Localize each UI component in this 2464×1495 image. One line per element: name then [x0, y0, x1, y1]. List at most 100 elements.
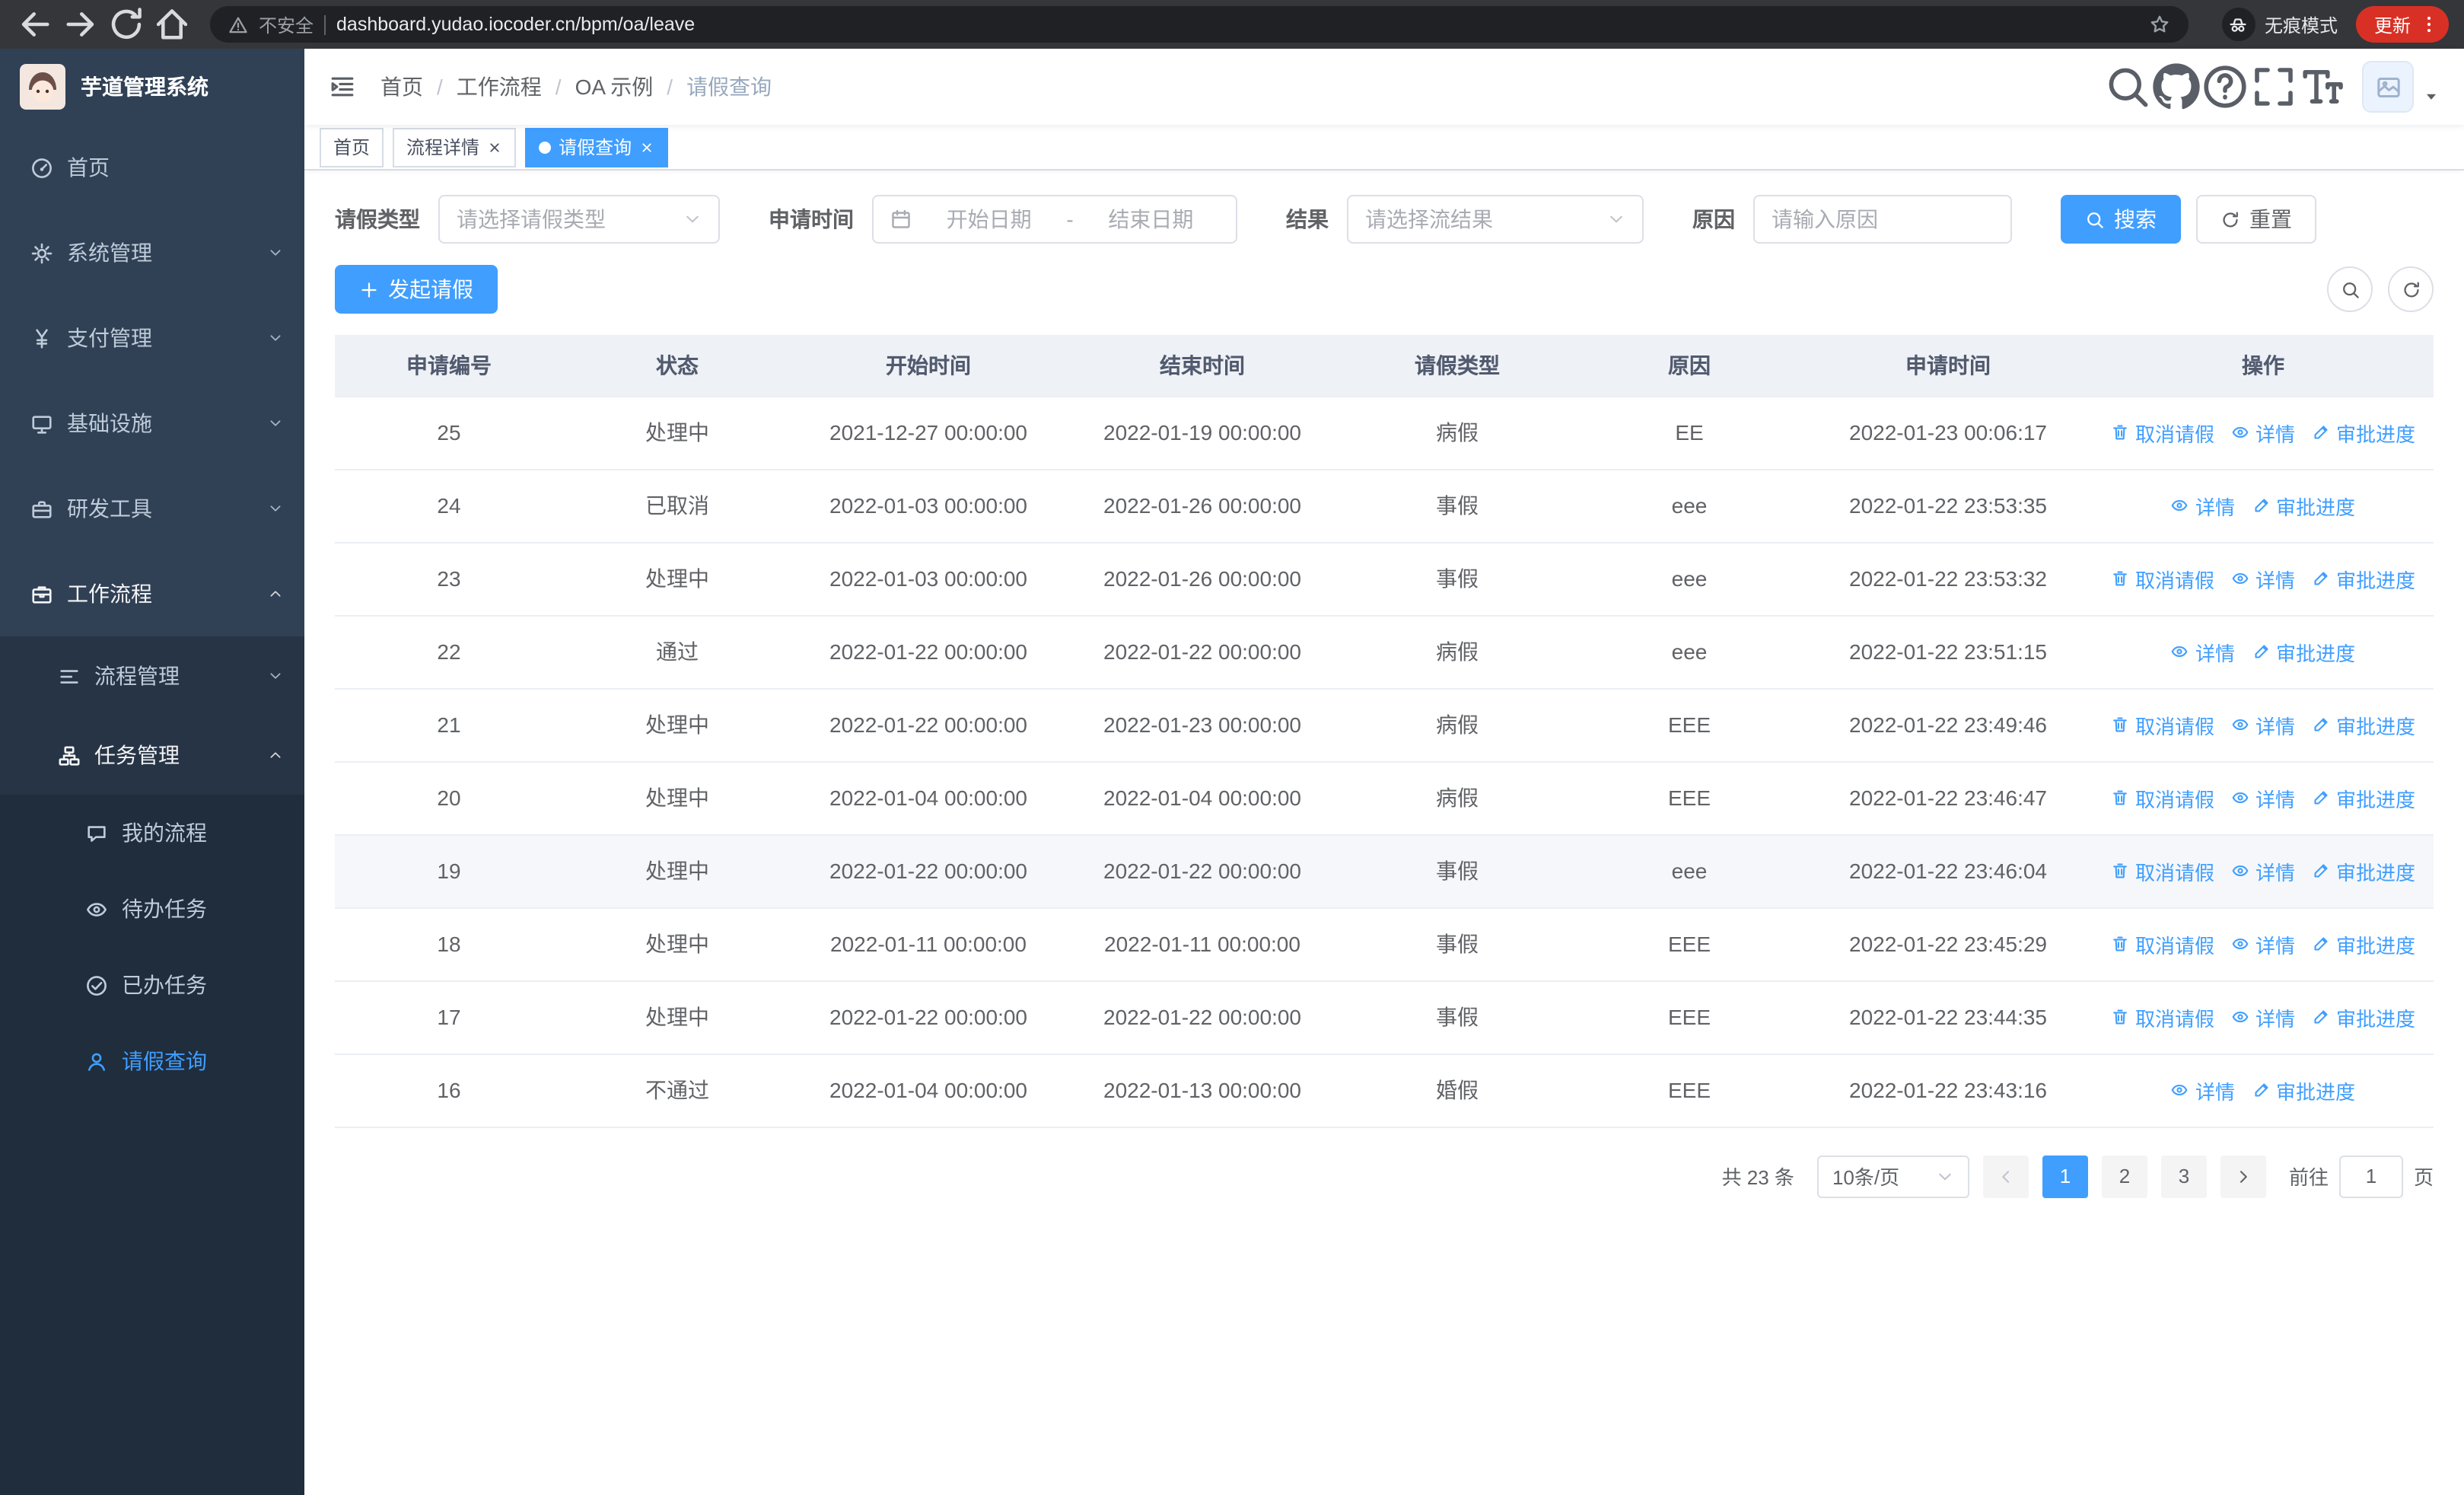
- forward-icon[interactable]: [61, 5, 100, 44]
- close-icon[interactable]: [639, 139, 654, 155]
- view-icon: [2231, 569, 2249, 588]
- cancel-action-link[interactable]: 取消请假: [2111, 564, 2214, 593]
- avatar-caret-icon[interactable]: [2423, 88, 2440, 105]
- cancel-action-link[interactable]: 取消请假: [2111, 783, 2214, 812]
- cell-end_time: 2022-01-04 00:00:00: [1065, 761, 1339, 835]
- sidebar-item-dev-tools[interactable]: 研发工具: [0, 466, 304, 551]
- progress-action-link[interactable]: 审批进度: [2312, 929, 2415, 958]
- search-icon: [2085, 209, 2105, 229]
- home-icon[interactable]: [152, 5, 192, 44]
- cancel-action-link[interactable]: 取消请假: [2111, 929, 2214, 958]
- progress-action-link[interactable]: 审批进度: [2252, 1076, 2355, 1105]
- apply-time-range-picker[interactable]: -: [872, 195, 1237, 244]
- sidebar-item-infrastructure[interactable]: 基础设施: [0, 381, 304, 466]
- detail-action-link[interactable]: 详情: [2231, 856, 2295, 885]
- fullscreen-icon[interactable]: [2249, 62, 2298, 111]
- prev-page-button[interactable]: [1982, 1155, 2029, 1197]
- detail-action-link[interactable]: 详情: [2231, 564, 2295, 593]
- warning-icon[interactable]: [228, 14, 248, 34]
- detail-action-link[interactable]: 详情: [2171, 1076, 2235, 1105]
- reason-input[interactable]: [1772, 207, 1994, 231]
- detail-action-link[interactable]: 详情: [2231, 1003, 2295, 1031]
- progress-action-link[interactable]: 审批进度: [2312, 856, 2415, 885]
- detail-action-link[interactable]: 详情: [2231, 418, 2295, 447]
- cancel-action-link[interactable]: 取消请假: [2111, 418, 2214, 447]
- detail-action-link[interactable]: 详情: [2231, 929, 2295, 958]
- page-size-select[interactable]: 10条/页: [1816, 1155, 1969, 1197]
- security-label[interactable]: 不安全: [259, 11, 314, 37]
- detail-action-link[interactable]: 详情: [2231, 710, 2295, 739]
- bookmark-star-icon[interactable]: [2149, 14, 2170, 35]
- tab-home[interactable]: 首页: [320, 127, 384, 167]
- progress-action-link[interactable]: 审批进度: [2312, 418, 2415, 447]
- create-leave-button[interactable]: 发起请假: [335, 265, 498, 314]
- progress-action-link[interactable]: 审批进度: [2252, 491, 2355, 520]
- progress-action-link[interactable]: 审批进度: [2312, 783, 2415, 812]
- end-date-input[interactable]: [1082, 207, 1220, 231]
- reset-button[interactable]: 重置: [2196, 195, 2316, 244]
- sidebar-item-my-process[interactable]: 我的流程: [0, 795, 304, 871]
- breadcrumb-item[interactable]: 首页: [380, 72, 423, 102]
- update-button[interactable]: 更新: [2355, 6, 2449, 43]
- back-icon[interactable]: [15, 5, 55, 44]
- cancel-action-link[interactable]: 取消请假: [2111, 710, 2214, 739]
- cell-reason: EE: [1575, 396, 1803, 470]
- url-text[interactable]: dashboard.yudao.iocoder.cn/bpm/oa/leave: [336, 14, 2138, 35]
- sidebar-collapse-icon[interactable]: [329, 73, 365, 100]
- page-button-1[interactable]: 1: [2042, 1155, 2088, 1197]
- sidebar-item-system[interactable]: 系统管理: [0, 210, 304, 295]
- tab-process-detail[interactable]: 流程详情: [393, 127, 517, 167]
- kebab-menu-icon[interactable]: [2418, 14, 2440, 35]
- detail-action-link[interactable]: 详情: [2171, 637, 2235, 666]
- breadcrumb-item[interactable]: OA 示例: [575, 72, 654, 102]
- github-icon[interactable]: [2152, 62, 2201, 111]
- next-page-button[interactable]: [2220, 1155, 2266, 1197]
- detail-action-link[interactable]: 详情: [2231, 783, 2295, 812]
- tab-leave-query[interactable]: 请假查询: [525, 127, 669, 167]
- close-icon[interactable]: [487, 139, 502, 155]
- sidebar-item-payment[interactable]: 支付管理: [0, 295, 304, 381]
- reload-icon[interactable]: [107, 5, 146, 44]
- result-select[interactable]: [1347, 195, 1644, 244]
- address-bar[interactable]: 不安全 dashboard.yudao.iocoder.cn/bpm/oa/le…: [210, 6, 2189, 43]
- page-button-2[interactable]: 2: [2101, 1155, 2147, 1197]
- page-button-3[interactable]: 3: [2160, 1155, 2207, 1197]
- delete-icon: [2111, 1008, 2129, 1026]
- detail-action-link[interactable]: 详情: [2171, 491, 2235, 520]
- progress-action-link[interactable]: 审批进度: [2312, 1003, 2415, 1031]
- edit-icon: [2252, 642, 2270, 661]
- row-actions: 取消请假 详情 审批进度: [2093, 783, 2434, 812]
- question-icon[interactable]: [2201, 62, 2249, 111]
- sidebar-item-todo-task[interactable]: 待办任务: [0, 871, 304, 947]
- font-size-icon[interactable]: [2298, 62, 2347, 111]
- user-avatar[interactable]: [2362, 61, 2414, 113]
- progress-action-link[interactable]: 审批进度: [2312, 564, 2415, 593]
- view-icon: [2231, 862, 2249, 880]
- sidebar-item-done-task[interactable]: 已办任务: [0, 947, 304, 1023]
- refresh-table-button[interactable]: [2388, 266, 2434, 312]
- result-select-input[interactable]: [1365, 207, 1598, 231]
- progress-action-link[interactable]: 审批进度: [2252, 637, 2355, 666]
- breadcrumb-item[interactable]: 工作流程: [457, 72, 542, 102]
- start-date-input[interactable]: [921, 207, 1058, 231]
- goto-page-input[interactable]: [2338, 1155, 2403, 1197]
- leave-type-select-input[interactable]: [457, 207, 674, 231]
- cancel-action-link[interactable]: 取消请假: [2111, 856, 2214, 885]
- action-label: 审批进度: [2336, 1007, 2416, 1030]
- reason-input-box[interactable]: [1753, 195, 2012, 244]
- search-icon[interactable]: [2103, 62, 2152, 111]
- toggle-search-button[interactable]: [2327, 266, 2373, 312]
- cancel-action-link[interactable]: 取消请假: [2111, 1003, 2214, 1031]
- progress-action-link[interactable]: 审批进度: [2312, 710, 2415, 739]
- sidebar-item-leave-query[interactable]: 请假查询: [0, 1023, 304, 1099]
- sidebar-item-home[interactable]: 首页: [0, 125, 304, 210]
- search-button[interactable]: 搜索: [2061, 195, 2181, 244]
- cell-start_time: 2022-01-22 00:00:00: [791, 615, 1065, 689]
- sidebar-item-task-mgmt[interactable]: 任务管理: [0, 716, 304, 795]
- sidebar-item-workflow[interactable]: 工作流程: [0, 551, 304, 636]
- cell-leave_type: 事假: [1339, 542, 1575, 616]
- sidebar-item-process-mgmt[interactable]: 流程管理: [0, 636, 304, 716]
- apply-time-label: 申请时间: [769, 207, 854, 231]
- leave-type-select[interactable]: [438, 195, 720, 244]
- action-label: 详情: [2255, 569, 2295, 591]
